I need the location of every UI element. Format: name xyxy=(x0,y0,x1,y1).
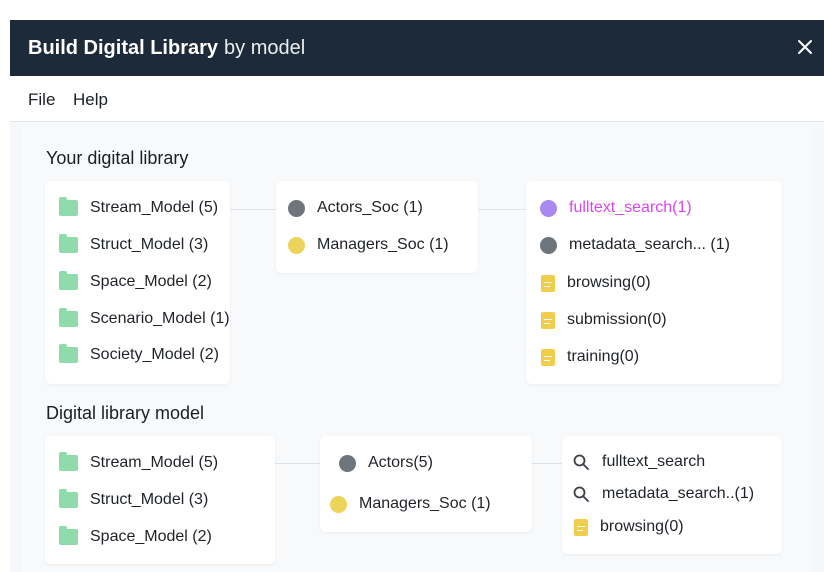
library-society-item[interactable]: Managers_Soc (1) xyxy=(288,232,449,258)
library-model-label: Society_Model (2) xyxy=(90,346,219,363)
document-icon xyxy=(541,311,555,329)
menu-file[interactable]: File xyxy=(28,90,55,110)
library-model-label: Struct_Model (3) xyxy=(90,236,209,253)
library-societies-panel: Actors_Soc (1) Managers_Soc (1) xyxy=(276,181,478,273)
model-society-item[interactable]: Actors(5) xyxy=(339,450,433,476)
library-service-item[interactable]: browsing(0) xyxy=(541,270,651,296)
close-button[interactable] xyxy=(794,36,816,58)
model-society-label: Actors(5) xyxy=(368,454,433,471)
model-service-label: browsing(0) xyxy=(600,518,684,535)
model-services-panel: fulltext_search metadata_search..(1) bro… xyxy=(562,436,782,554)
model-model-label: Space_Model (2) xyxy=(90,528,212,545)
title-bar: Build Digital Library by model xyxy=(10,20,824,76)
model-service-label: fulltext_search xyxy=(602,453,706,470)
library-model-label: Scenario_Model (1) xyxy=(90,310,230,327)
app-window: Build Digital Library by model File Help … xyxy=(10,20,824,572)
library-society-item[interactable]: Actors_Soc (1) xyxy=(288,195,423,221)
model-model-item[interactable]: Space_Model (2) xyxy=(59,524,212,550)
library-service-label: training(0) xyxy=(567,348,640,365)
library-section-title: Your digital library xyxy=(46,148,189,168)
connector-line xyxy=(230,209,276,210)
document-icon xyxy=(541,348,555,366)
connector-line xyxy=(275,463,320,464)
document-icon xyxy=(574,518,588,536)
library-model-item[interactable]: Stream_Model (5) xyxy=(59,195,218,221)
model-model-item[interactable]: Stream_Model (5) xyxy=(59,450,218,476)
close-icon xyxy=(798,40,812,54)
library-canvas: Your digital library Stream_Model (5) St… xyxy=(22,128,812,572)
window-title-main: Build Digital Library xyxy=(28,37,219,59)
gray-dot-icon xyxy=(339,454,356,472)
yellow-dot-icon xyxy=(288,236,305,254)
model-service-item[interactable]: browsing(0) xyxy=(574,514,684,540)
menu-bar: File Help xyxy=(10,76,824,122)
library-model-label: Stream_Model (5) xyxy=(90,199,219,216)
library-model-item[interactable]: Scenario_Model (1) xyxy=(59,306,230,332)
library-service-label: fulltext_search(1) xyxy=(569,199,692,216)
library-service-item-selected[interactable]: fulltext_search(1) xyxy=(540,195,692,221)
model-model-label: Stream_Model (5) xyxy=(90,454,219,471)
library-model-item[interactable]: Society_Model (2) xyxy=(59,342,219,368)
folder-icon xyxy=(59,489,78,508)
library-service-item[interactable]: training(0) xyxy=(541,344,639,370)
model-society-label: Managers_Soc (1) xyxy=(359,495,491,512)
model-model-label: Struct_Model (3) xyxy=(90,491,209,508)
model-service-item[interactable]: fulltext_search xyxy=(572,449,705,475)
gray-dot-icon xyxy=(288,199,305,217)
folder-icon xyxy=(59,308,78,327)
folder-icon xyxy=(59,344,78,363)
model-service-label: metadata_search..(1) xyxy=(602,485,755,502)
model-models-panel: Stream_Model (5) Struct_Model (3) Space_… xyxy=(45,436,275,564)
folder-icon xyxy=(59,271,78,290)
magnifier-icon xyxy=(573,454,589,470)
gray-dot-icon xyxy=(540,236,557,254)
folder-icon xyxy=(59,452,78,471)
menu-help[interactable]: Help xyxy=(73,90,108,110)
purple-dot-icon xyxy=(540,199,557,217)
folder-icon xyxy=(59,197,78,216)
library-service-label: browsing(0) xyxy=(567,274,651,291)
library-society-label: Managers_Soc (1) xyxy=(317,236,449,253)
library-models-panel: Stream_Model (5) Struct_Model (3) Space_… xyxy=(45,181,230,384)
folder-icon xyxy=(59,526,78,545)
document-icon xyxy=(541,274,555,292)
folder-icon xyxy=(59,234,78,253)
library-service-label: metadata_search... (1) xyxy=(569,236,730,253)
yellow-dot-icon xyxy=(330,495,347,513)
library-model-item[interactable]: Struct_Model (3) xyxy=(59,232,208,258)
model-section-title: Digital library model xyxy=(46,403,205,423)
library-service-label: submission(0) xyxy=(567,311,667,328)
magnifier-icon xyxy=(573,486,589,502)
library-service-item[interactable]: metadata_search... (1) xyxy=(540,232,730,258)
library-model-item[interactable]: Space_Model (2) xyxy=(59,269,212,295)
library-society-label: Actors_Soc (1) xyxy=(317,199,423,216)
library-service-item[interactable]: submission(0) xyxy=(541,307,667,333)
model-service-item[interactable]: metadata_search..(1) xyxy=(572,481,754,507)
model-society-item[interactable]: Managers_Soc (1) xyxy=(330,491,491,517)
library-services-panel: fulltext_search(1) metadata_search... (1… xyxy=(526,181,782,384)
window-title-suffix: by model xyxy=(224,37,306,59)
library-model-label: Space_Model (2) xyxy=(90,273,212,290)
window-title: Build Digital Library by model xyxy=(28,37,305,60)
model-model-item[interactable]: Struct_Model (3) xyxy=(59,487,208,513)
model-societies-panel: Actors(5) Managers_Soc (1) xyxy=(320,436,532,532)
connector-line xyxy=(478,209,526,210)
